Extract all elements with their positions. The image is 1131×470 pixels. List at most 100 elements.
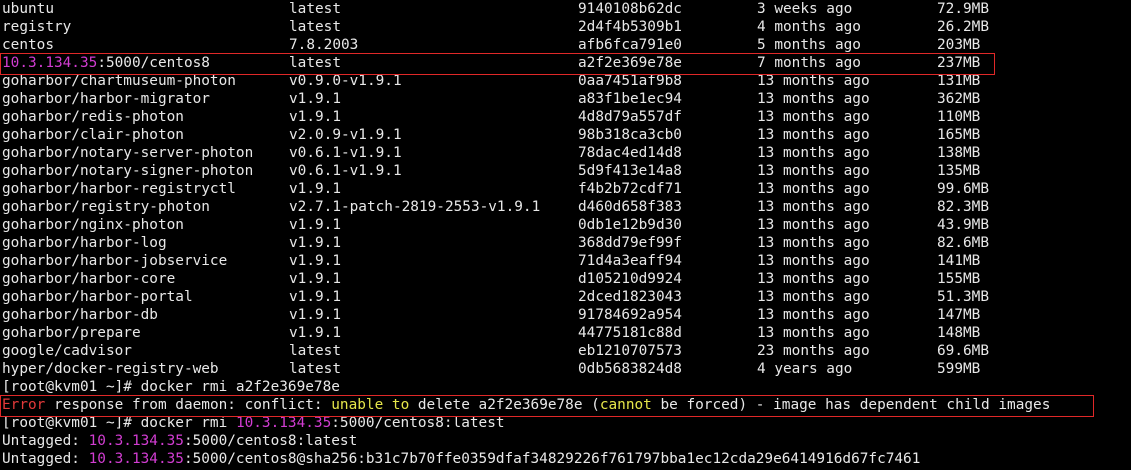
- error-text: [383, 397, 392, 413]
- untagged-label: Untagged:: [2, 451, 89, 467]
- repository-cell: 10.3.134.35:5000/centos8: [2, 54, 210, 72]
- tag-cell: v1.9.1: [289, 109, 341, 125]
- output-line: Untagged: 10.3.134.35:5000/centos8@sha25…: [0, 450, 1131, 468]
- untagged-label: Untagged:: [2, 433, 89, 449]
- repository-cell: hyper/docker-registry-web: [2, 361, 219, 377]
- tag-cell: latest: [289, 55, 341, 71]
- size-cell: 155MB: [937, 271, 981, 287]
- image-id-cell: f4b2b72cdf71: [578, 181, 682, 197]
- tag-cell: v1.9.1: [289, 325, 341, 341]
- repository-cell: google/cadvisor: [2, 343, 132, 359]
- image-id-cell: 98b318ca3cb0: [578, 127, 682, 143]
- created-cell: 13 months ago: [757, 181, 870, 197]
- repository-cell: goharbor/prepare: [2, 325, 141, 341]
- image-id-cell: 71d4a3eaff94: [578, 253, 682, 269]
- tag-cell: v2.0.9-v1.9.1: [289, 127, 402, 143]
- image-row: goharbor/harbor-migrator v1.9.1 a83f1be1…: [0, 90, 1131, 108]
- tag-cell: latest: [289, 1, 341, 17]
- repository-cell: ubuntu: [2, 1, 54, 17]
- error-text: delete a2f2e369e78e (: [409, 397, 600, 413]
- image-id-cell: 368dd79ef99f: [578, 235, 682, 251]
- repository-cell: goharbor/notary-server-photon: [2, 145, 254, 161]
- registry-host: 10.3.134.35: [2, 55, 98, 71]
- image-row: goharbor/notary-server-photon v0.6.1-v1.…: [0, 144, 1131, 162]
- repository-cell: registry: [2, 19, 72, 35]
- repository-cell: goharbor/harbor-portal: [2, 289, 193, 305]
- image-row: google/cadvisor latest eb1210707573 23 m…: [0, 342, 1131, 360]
- image-id-cell: 0db5683824d8: [578, 361, 682, 377]
- size-cell: 69.6MB: [937, 343, 989, 359]
- image-row: goharbor/redis-photon v1.9.1 4d8d79a557d…: [0, 108, 1131, 126]
- image-row: hyper/docker-registry-web latest 0db5683…: [0, 360, 1131, 378]
- command-line: [root@kvm01 ~]# docker rmi 10.3.134.35:5…: [0, 414, 1131, 432]
- registry-host: 10.3.134.35: [88, 451, 184, 467]
- tag-cell: v1.9.1: [289, 217, 341, 233]
- repository-cell: goharbor/notary-signer-photon: [2, 163, 254, 179]
- size-cell: 135MB: [937, 163, 981, 179]
- size-cell: 237MB: [937, 55, 981, 71]
- image-id-cell: 9140108b62dc: [578, 1, 682, 17]
- shell-prompt: [root@kvm01 ~]#: [2, 415, 141, 431]
- tag-cell: latest: [289, 361, 341, 377]
- repository-cell: goharbor/harbor-log: [2, 235, 167, 251]
- command-text: :5000/centos8:latest: [331, 415, 505, 431]
- size-cell: 165MB: [937, 127, 981, 143]
- created-cell: 3 weeks ago: [757, 1, 853, 17]
- size-cell: 110MB: [937, 109, 981, 125]
- repository-cell: goharbor/redis-photon: [2, 109, 184, 125]
- image-row: goharbor/chartmuseum-photon v0.9.0-v1.9.…: [0, 72, 1131, 90]
- tag-cell: v1.9.1: [289, 307, 341, 323]
- error-keyword-to: to: [391, 397, 410, 413]
- image-id-cell: afb6fca791e0: [578, 37, 682, 53]
- repository-cell: goharbor/harbor-jobservice: [2, 253, 228, 269]
- repository-cell: goharbor/nginx-photon: [2, 217, 184, 233]
- size-cell: 51.3MB: [937, 289, 989, 305]
- created-cell: 13 months ago: [757, 271, 870, 287]
- size-cell: 99.6MB: [937, 181, 989, 197]
- tag-cell: v1.9.1: [289, 181, 341, 197]
- tag-cell: latest: [289, 343, 341, 359]
- image-id-cell: 0aa7451af9b8: [578, 73, 682, 89]
- repository-cell: goharbor/harbor-migrator: [2, 91, 210, 107]
- error-text: response from daemon: conflict:: [45, 397, 332, 413]
- created-cell: 4 months ago: [757, 19, 861, 35]
- command-text: docker rmi a2f2e369e78e: [140, 379, 340, 395]
- size-cell: 82.3MB: [937, 199, 989, 215]
- size-cell: 362MB: [937, 91, 981, 107]
- image-row: registry latest 2d4f4b5309b1 4 months ag…: [0, 18, 1131, 36]
- size-cell: 203MB: [937, 37, 981, 53]
- image-id-cell: 4d8d79a557df: [578, 109, 682, 125]
- terminal-window[interactable]: ubuntu latest 9140108b62dc 3 weeks ago 7…: [0, 0, 1131, 470]
- size-cell: 147MB: [937, 307, 981, 323]
- repository-cell: centos: [2, 37, 54, 53]
- size-cell: 72.9MB: [937, 1, 989, 17]
- image-id-cell: d460d658f383: [578, 199, 682, 215]
- output-line: Untagged: 10.3.134.35:5000/centos8:lates…: [0, 432, 1131, 450]
- size-cell: 599MB: [937, 361, 981, 377]
- tag-cell: v1.9.1: [289, 253, 341, 269]
- size-cell: 43.9MB: [937, 217, 989, 233]
- image-row: goharbor/nginx-photon v1.9.1 0db1e12b9d3…: [0, 216, 1131, 234]
- image-row: goharbor/registry-photon v2.7.1-patch-28…: [0, 198, 1131, 216]
- image-row: goharbor/prepare v1.9.1 44775181c88d 13 …: [0, 324, 1131, 342]
- created-cell: 13 months ago: [757, 289, 870, 305]
- created-cell: 13 months ago: [757, 235, 870, 251]
- size-cell: 148MB: [937, 325, 981, 341]
- tag-cell: v0.9.0-v1.9.1: [289, 73, 402, 89]
- tag-cell: v1.9.1: [289, 289, 341, 305]
- created-cell: 7 months ago: [757, 55, 861, 71]
- tag-cell: v0.6.1-v1.9.1: [289, 163, 402, 179]
- created-cell: 13 months ago: [757, 253, 870, 269]
- repository-cell: goharbor/harbor-db: [2, 307, 158, 323]
- repository-cell: goharbor/harbor-core: [2, 271, 176, 287]
- size-cell: 141MB: [937, 253, 981, 269]
- size-cell: 82.6MB: [937, 235, 989, 251]
- untagged-ref: :5000/centos8@sha256:b31c7b70ffe0359dfaf…: [183, 451, 921, 467]
- created-cell: 23 months ago: [757, 343, 870, 359]
- command-line: [root@kvm01 ~]# docker rmi a2f2e369e78e: [0, 378, 1131, 396]
- image-id-cell: 2d4f4b5309b1: [578, 19, 682, 35]
- image-row: centos 7.8.2003 afb6fca791e0 5 months ag…: [0, 36, 1131, 54]
- repository-cell: goharbor/chartmuseum-photon: [2, 73, 236, 89]
- error-text: be forced) - image has dependent child i…: [651, 397, 1051, 413]
- tag-cell: v1.9.1: [289, 91, 341, 107]
